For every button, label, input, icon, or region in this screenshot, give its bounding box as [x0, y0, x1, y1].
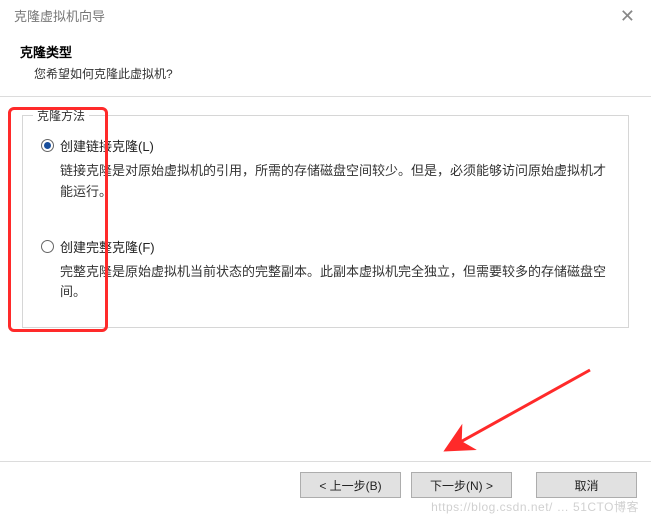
wizard-header: 克隆类型 您希望如何克隆此虚拟机? — [0, 32, 651, 96]
radio-linked-clone[interactable] — [41, 139, 54, 152]
option-linked-clone[interactable]: 创建链接克隆(L) 链接克隆是对原始虚拟机的引用，所需的存储磁盘空间较少。但是，… — [41, 136, 610, 203]
page-subtitle: 您希望如何克隆此虚拟机? — [34, 65, 631, 82]
option-label-linked: 创建链接克隆(L) — [60, 136, 154, 155]
group-legend: 克隆方法 — [33, 107, 89, 124]
option-label-full: 创建完整克隆(F) — [60, 237, 155, 256]
page-title: 克隆类型 — [20, 42, 631, 61]
titlebar: 克隆虚拟机向导 ✕ — [0, 0, 651, 32]
next-button[interactable]: 下一步(N) > — [411, 472, 512, 498]
window-title: 克隆虚拟机向导 — [14, 6, 105, 25]
radio-full-clone[interactable] — [41, 240, 54, 253]
option-desc-full: 完整克隆是原始虚拟机当前状态的完整副本。此副本虚拟机完全独立，但需要较多的存储磁… — [60, 262, 610, 304]
option-desc-linked: 链接克隆是对原始虚拟机的引用，所需的存储磁盘空间较少。但是，必须能够访问原始虚拟… — [60, 161, 610, 203]
cancel-button[interactable]: 取消 — [536, 472, 637, 498]
back-button[interactable]: < 上一步(B) — [300, 472, 401, 498]
option-full-clone[interactable]: 创建完整克隆(F) 完整克隆是原始虚拟机当前状态的完整副本。此副本虚拟机完全独立… — [41, 237, 610, 304]
clone-method-group: 克隆方法 创建链接克隆(L) 链接克隆是对原始虚拟机的引用，所需的存储磁盘空间较… — [22, 115, 629, 328]
watermark-text: https://blog.csdn.net/ … 51CTO博客 — [431, 498, 639, 515]
content-area: 克隆方法 创建链接克隆(L) 链接克隆是对原始虚拟机的引用，所需的存储磁盘空间较… — [0, 97, 651, 338]
close-icon[interactable]: ✕ — [614, 7, 641, 25]
